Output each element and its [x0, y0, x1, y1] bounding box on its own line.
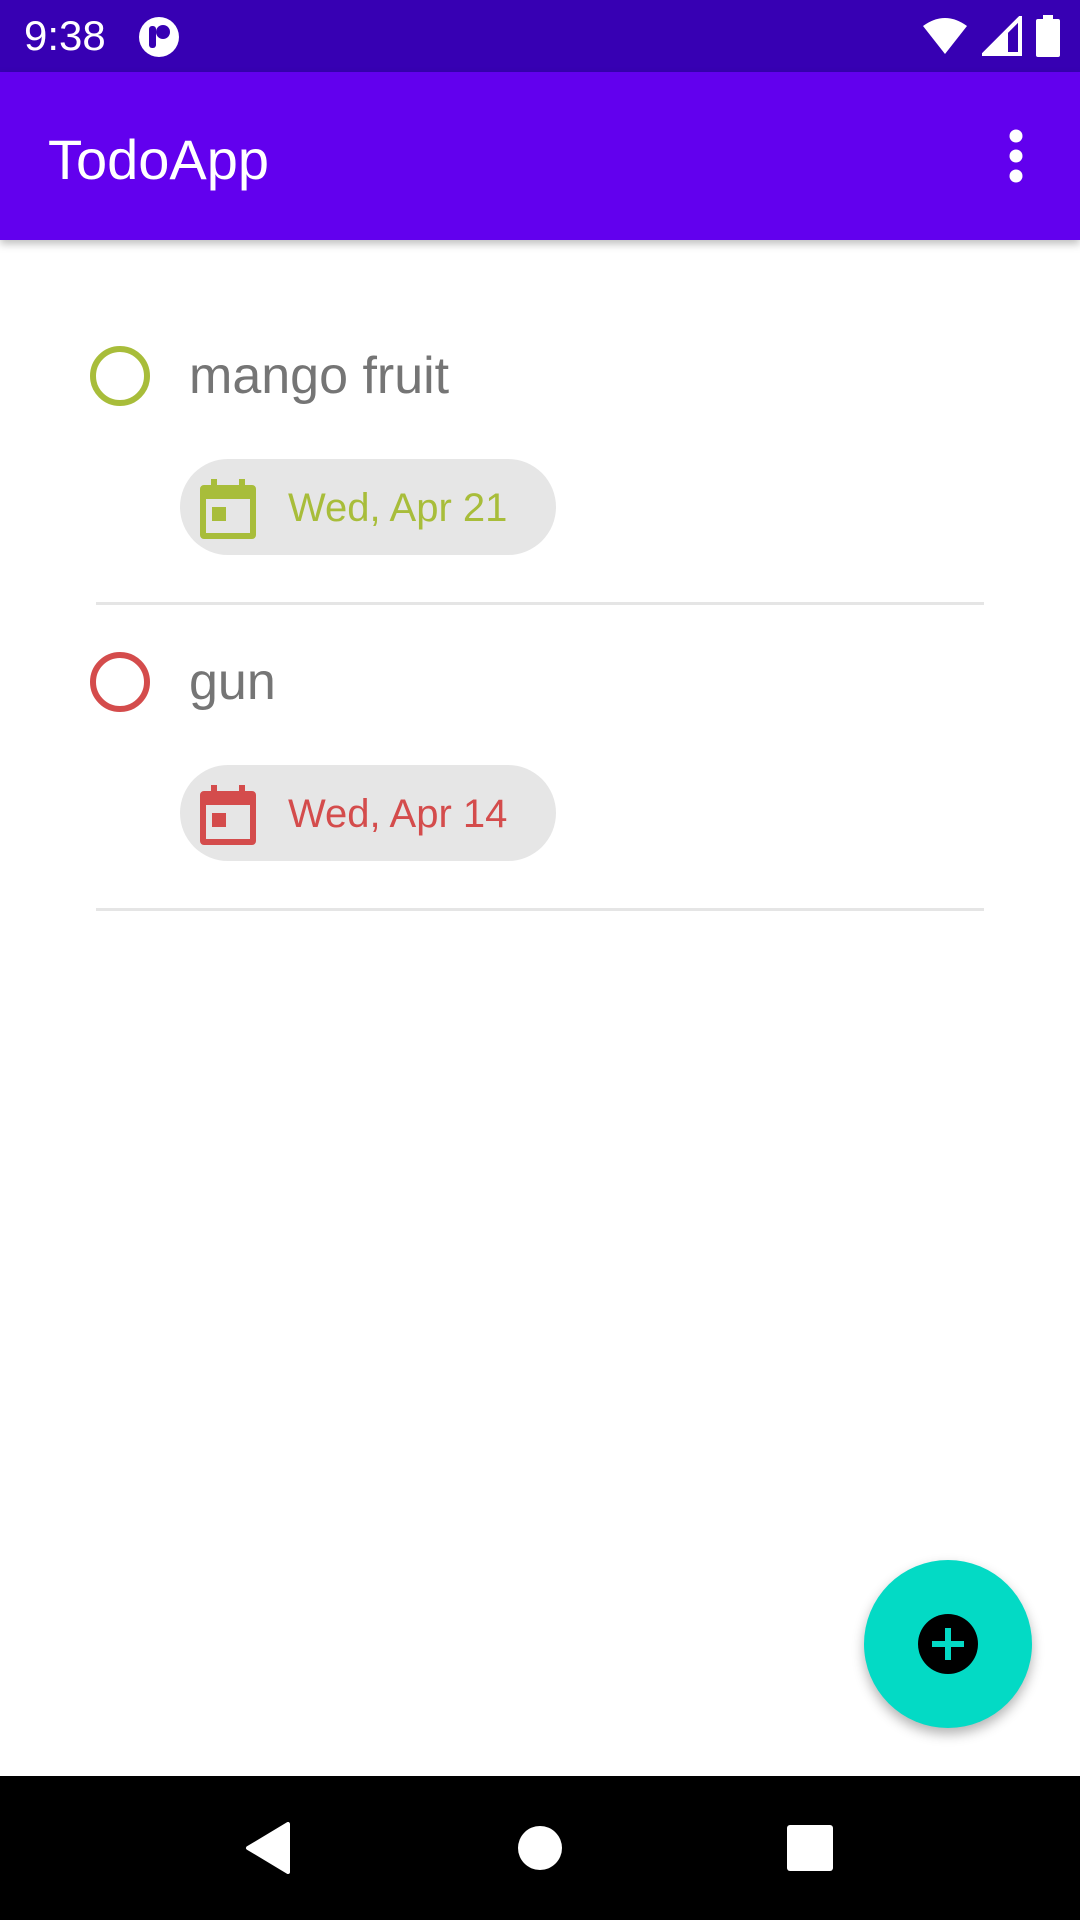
todo-list: mango fruit Wed, Apr 21 gun Wed, Apr 14 — [0, 240, 1080, 911]
todo-item[interactable]: mango fruit Wed, Apr 21 — [0, 240, 1080, 605]
app-bar: TodoApp — [0, 72, 1080, 240]
nav-back-button[interactable] — [232, 1812, 304, 1884]
due-date-chip[interactable]: Wed, Apr 21 — [180, 459, 556, 555]
status-bar: 9:38 — [0, 0, 1080, 72]
todo-item[interactable]: gun Wed, Apr 14 — [0, 546, 1080, 911]
back-icon — [246, 1822, 290, 1874]
todo-title: gun — [189, 653, 276, 711]
recents-icon — [787, 1825, 833, 1871]
cell-signal-icon — [982, 16, 1022, 56]
due-date-label: Wed, Apr 14 — [288, 792, 508, 836]
due-date-chip[interactable]: Wed, Apr 14 — [180, 765, 556, 861]
calendar-icon — [200, 479, 256, 539]
todo-checkbox[interactable] — [90, 346, 150, 406]
more-vert-icon — [1009, 129, 1023, 183]
add-circle-icon — [918, 1614, 978, 1674]
home-icon — [518, 1826, 562, 1870]
due-date-label: Wed, Apr 21 — [288, 486, 508, 530]
add-todo-button[interactable] — [864, 1560, 1032, 1728]
nav-recents-button[interactable] — [774, 1812, 846, 1884]
overflow-menu-button[interactable] — [976, 116, 1056, 196]
wifi-icon — [923, 18, 967, 54]
system-nav-bar — [0, 1776, 1080, 1920]
battery-icon — [1036, 15, 1060, 57]
app-title: TodoApp — [48, 128, 270, 191]
status-time: 9:38 — [24, 12, 106, 59]
todo-title: mango fruit — [189, 347, 450, 405]
todo-checkbox[interactable] — [90, 652, 150, 712]
divider — [96, 908, 984, 911]
notification-app-icon — [139, 17, 179, 57]
calendar-icon — [200, 785, 256, 845]
status-icons — [922, 14, 1060, 58]
nav-home-button[interactable] — [504, 1812, 576, 1884]
